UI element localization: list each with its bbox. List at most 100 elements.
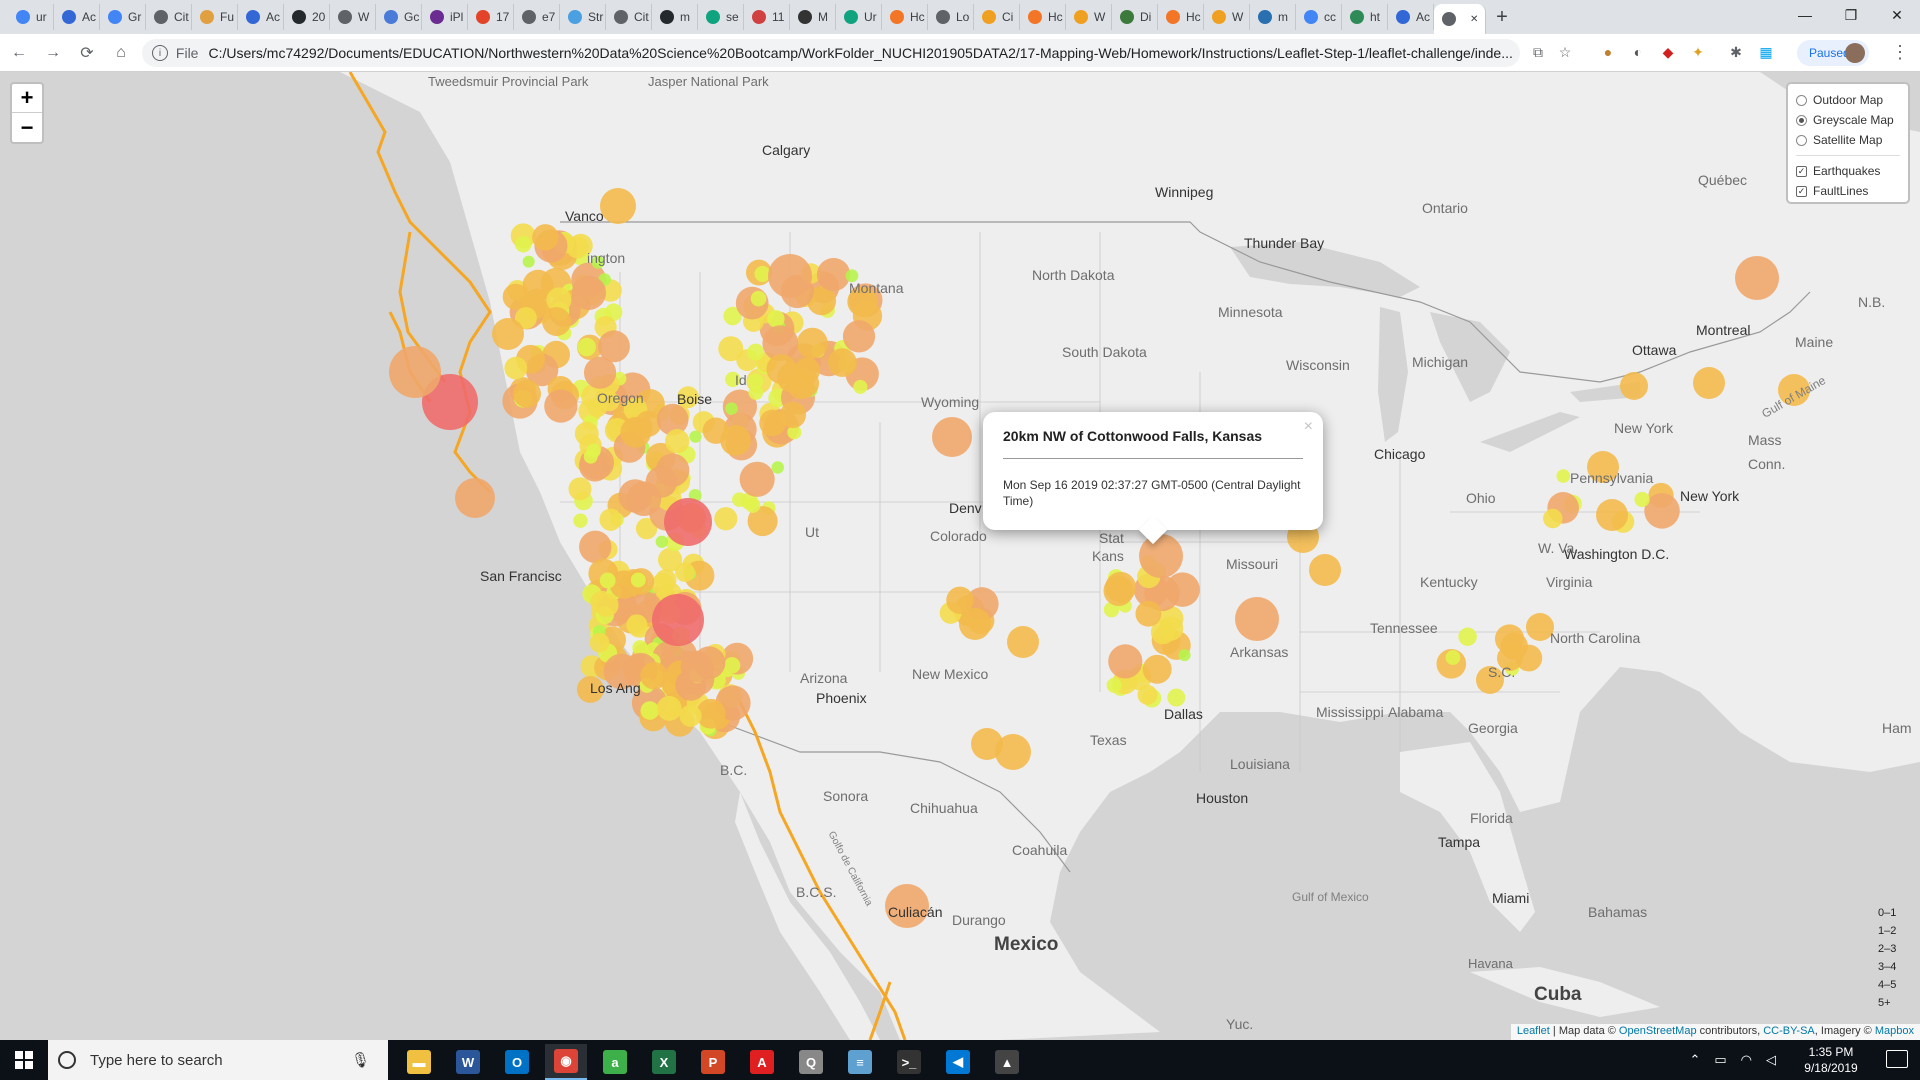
mapbox-link[interactable]: Mapbox — [1875, 1025, 1914, 1037]
browser-tab[interactable]: Cit — [606, 4, 652, 30]
earthquake-marker[interactable] — [1596, 499, 1628, 531]
earthquake-marker[interactable] — [1634, 491, 1650, 508]
earthquake-marker[interactable] — [389, 346, 441, 398]
earthquake-marker[interactable] — [1142, 654, 1172, 684]
taskbar-app[interactable]: W — [447, 1044, 489, 1080]
earthquake-marker[interactable] — [1543, 508, 1563, 529]
close-window-button[interactable]: ✕ — [1874, 0, 1920, 30]
earthquake-marker[interactable] — [655, 535, 668, 548]
earthquake-marker[interactable] — [767, 310, 785, 328]
browser-tab[interactable]: Ac — [54, 4, 100, 30]
browser-tab[interactable]: W — [330, 4, 376, 30]
earthquake-marker[interactable] — [842, 320, 876, 353]
earthquake-marker[interactable] — [583, 356, 617, 389]
taskbar-app[interactable]: X — [643, 1044, 685, 1080]
overlay-faultlines[interactable]: ✓ FaultLines — [1796, 181, 1900, 201]
browser-tab[interactable]: se — [698, 4, 744, 30]
earthquake-marker[interactable] — [853, 379, 868, 395]
radio-selected-icon[interactable] — [1796, 114, 1807, 126]
close-tab-icon[interactable]: ✕ — [1470, 14, 1478, 25]
earthquake-marker[interactable] — [1139, 534, 1183, 578]
earthquake-marker[interactable] — [679, 704, 702, 727]
address-bar[interactable]: i File C:/Users/mc74292/Documents/EDUCAT… — [142, 39, 1520, 67]
earthquake-marker[interactable] — [492, 318, 524, 350]
earthquake-marker[interactable] — [665, 429, 690, 454]
taskbar-app[interactable]: a — [594, 1044, 636, 1080]
taskbar-app[interactable]: >_ — [888, 1044, 930, 1080]
puzzle-extension-icon[interactable]: ✱ — [1725, 41, 1747, 63]
earthquake-marker[interactable] — [544, 389, 578, 423]
popup-close-button[interactable]: × — [1304, 418, 1313, 436]
taskbar-search[interactable]: Type here to search 🎙 — [48, 1040, 388, 1080]
base-layer-satellite[interactable]: Satellite Map — [1796, 130, 1900, 150]
earthquake-marker[interactable] — [599, 572, 616, 589]
leaflet-link[interactable]: Leaflet — [1517, 1025, 1550, 1037]
info-icon[interactable]: i — [152, 45, 168, 61]
browser-tab[interactable]: Di — [1112, 4, 1158, 30]
earthquake-marker[interactable] — [995, 734, 1031, 770]
browser-tab[interactable]: m — [652, 4, 698, 30]
earthquake-marker[interactable] — [748, 385, 764, 400]
base-layer-greyscale[interactable]: Greyscale Map — [1796, 110, 1900, 130]
earthquake-marker[interactable] — [515, 236, 532, 253]
checkbox-checked-icon[interactable]: ✓ — [1796, 185, 1807, 197]
earthquake-marker[interactable] — [577, 337, 596, 357]
browser-tab[interactable]: W — [1204, 4, 1250, 30]
earthquake-marker[interactable] — [796, 327, 828, 359]
earthquake-marker[interactable] — [532, 224, 559, 251]
browser-tab[interactable]: Cit — [146, 4, 192, 30]
earthquake-marker[interactable] — [630, 572, 646, 588]
base-layer-outdoor[interactable]: Outdoor Map — [1796, 90, 1900, 110]
browser-tab[interactable]: Hc — [1158, 4, 1204, 30]
microphone-icon[interactable]: 🎙 — [351, 1051, 370, 1069]
browser-tab[interactable]: 11 — [744, 4, 790, 30]
taskbar-app[interactable]: O — [496, 1044, 538, 1080]
earthquake-marker[interactable] — [579, 530, 612, 564]
earthquake-marker[interactable] — [816, 257, 851, 292]
browser-tab[interactable]: Gr — [100, 4, 146, 30]
taskbar-app[interactable]: P — [692, 1044, 734, 1080]
menu-kebab-icon[interactable]: ⋮ — [1890, 42, 1910, 64]
earthquake-marker[interactable] — [1458, 627, 1477, 646]
earthquake-marker[interactable] — [599, 508, 622, 531]
browser-tab[interactable]: Gc — [376, 4, 422, 30]
browser-tab[interactable]: e7 — [514, 4, 560, 30]
earthquake-marker[interactable] — [680, 650, 713, 683]
taskbar-app[interactable]: ≡ — [839, 1044, 881, 1080]
browser-tab[interactable]: Ci — [974, 4, 1020, 30]
earthquake-marker[interactable] — [640, 662, 668, 690]
earthquake-marker[interactable] — [656, 695, 682, 721]
earthquake-marker[interactable] — [747, 343, 765, 361]
earthquake-marker[interactable] — [1178, 649, 1191, 662]
reload-button[interactable]: ⟳ — [72, 38, 102, 68]
radio-icon[interactable] — [1796, 134, 1807, 146]
overlay-earthquakes[interactable]: ✓ Earthquakes — [1796, 161, 1900, 181]
taskbar-app[interactable]: ◉ — [545, 1044, 587, 1080]
earthquake-marker[interactable] — [1007, 626, 1039, 658]
browser-tab[interactable]: iPl — [422, 4, 468, 30]
browser-tab[interactable]: Lo — [928, 4, 974, 30]
osm-link[interactable]: OpenStreetMap — [1619, 1025, 1697, 1037]
earthquake-marker[interactable] — [566, 236, 589, 259]
earthquake-marker[interactable] — [714, 507, 738, 531]
earthquake-marker[interactable] — [542, 307, 572, 337]
zoom-out-button[interactable]: − — [12, 113, 42, 142]
earthquake-marker[interactable] — [720, 425, 751, 456]
browser-tab[interactable]: ur — [8, 4, 54, 30]
pdf-extension-icon[interactable]: ◆ — [1657, 41, 1679, 63]
earthquake-marker[interactable] — [1693, 367, 1725, 399]
browser-tab[interactable]: Hc — [882, 4, 928, 30]
notification-icon[interactable] — [1886, 1050, 1908, 1068]
earthquake-marker[interactable] — [664, 498, 712, 546]
earthquake-marker[interactable] — [828, 348, 857, 377]
earthquake-marker[interactable] — [1167, 688, 1186, 707]
earthquake-marker[interactable] — [640, 701, 660, 720]
earthquake-marker[interactable] — [589, 632, 610, 653]
checkbox-checked-icon[interactable]: ✓ — [1796, 165, 1807, 177]
extension-icon[interactable]: ◐ — [1627, 41, 1649, 63]
earthquake-marker[interactable] — [689, 430, 702, 443]
earthquake-marker[interactable] — [768, 254, 812, 298]
start-button[interactable] — [0, 1040, 48, 1080]
browser-tab[interactable]: m — [1250, 4, 1296, 30]
browser-tab[interactable]: Ac — [238, 4, 284, 30]
